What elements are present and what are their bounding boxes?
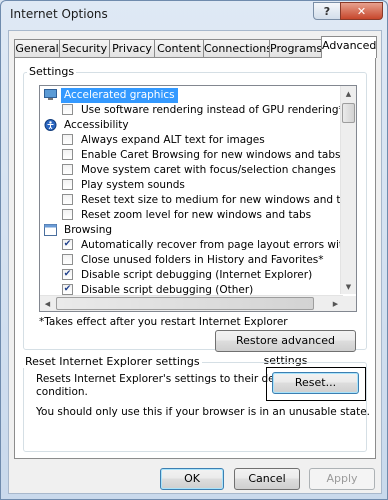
setting-label: Play system sounds <box>81 179 185 191</box>
scroll-up-icon[interactable]: ▲ <box>341 86 356 101</box>
reset-description-line1: Resets Internet Explorer's settings to t… <box>36 373 299 385</box>
tab-advanced[interactable]: Advanced <box>321 36 377 58</box>
reset-button[interactable]: Reset... <box>272 372 359 394</box>
restart-footnote: *Takes effect after you restart Internet… <box>39 316 288 328</box>
ok-button[interactable]: OK <box>160 468 224 490</box>
vertical-scrollbar[interactable]: ▲ ▼ <box>340 86 356 294</box>
checkbox-unchecked[interactable] <box>62 104 73 115</box>
settings-group-label: Settings <box>27 65 77 78</box>
help-button[interactable]: ? <box>313 2 341 20</box>
window-title: Internet Options <box>10 7 108 21</box>
restore-advanced-settings-button[interactable]: Restore advanced settings <box>215 330 356 367</box>
help-icon: ? <box>323 4 331 18</box>
checkbox-unchecked[interactable] <box>62 179 73 190</box>
vertical-scroll-thumb[interactable] <box>342 103 355 123</box>
setting-label: Close unused folders in History and Favo… <box>81 254 324 266</box>
horizontal-scrollbar[interactable]: ◀ ▶ <box>40 295 343 311</box>
tab-programs[interactable]: Programs <box>269 39 322 57</box>
accessibility-icon <box>44 119 57 131</box>
horizontal-scroll-thumb[interactable] <box>56 297 314 310</box>
setting-label: Automatically recover from page layout e… <box>81 239 356 251</box>
checkbox-unchecked[interactable] <box>62 209 73 220</box>
checkbox-checked[interactable]: ✔ <box>62 284 73 295</box>
dialog-client-area: General Security Privacy Content Connect… <box>8 30 382 494</box>
scroll-down-icon[interactable]: ▼ <box>341 279 356 294</box>
checkbox-unchecked[interactable] <box>62 164 73 175</box>
category-label: Accessibility <box>64 119 129 131</box>
setting-label: Use software rendering instead of GPU re… <box>81 104 344 116</box>
cancel-button[interactable]: Cancel <box>234 468 300 490</box>
tab-security[interactable]: Security <box>59 39 110 57</box>
monitor-icon <box>44 89 57 101</box>
setting-label: Reset zoom level for new windows and tab… <box>81 209 312 221</box>
setting-label: Move system caret with focus/selection c… <box>81 164 336 176</box>
category-accelerated-graphics[interactable]: Accelerated graphics <box>44 88 334 103</box>
checkbox-unchecked[interactable] <box>62 134 73 145</box>
tab-connections[interactable]: Connections <box>203 39 272 57</box>
category-label: Accelerated graphics <box>61 88 178 103</box>
tab-privacy[interactable]: Privacy <box>109 39 155 57</box>
setting-label: Enable Caret Browsing for new windows an… <box>81 149 341 161</box>
reset-warning: You should only use this if your browser… <box>36 406 371 418</box>
tab-general[interactable]: General <box>14 39 60 57</box>
checkbox-unchecked[interactable] <box>62 149 73 160</box>
checkbox-unchecked[interactable] <box>62 194 73 205</box>
scroll-left-icon[interactable]: ◀ <box>40 296 55 311</box>
checkbox-unchecked[interactable] <box>62 254 73 265</box>
scrollbar-corner <box>341 296 356 311</box>
setting-label: Always expand ALT text for images <box>81 134 265 146</box>
settings-listbox[interactable]: Accelerated graphics Use software render… <box>39 85 357 312</box>
internet-options-window: Internet Options ? ✕ General Security Pr… <box>0 0 388 500</box>
apply-button[interactable]: Apply <box>309 468 375 490</box>
checkbox-checked[interactable]: ✔ <box>62 269 73 280</box>
setting-label: Disable script debugging (Internet Explo… <box>81 269 313 281</box>
reset-group-label: Reset Internet Explorer settings <box>23 355 202 368</box>
checkbox-checked[interactable]: ✔ <box>62 239 73 250</box>
close-icon: ✕ <box>356 4 367 18</box>
tab-content[interactable]: Content <box>154 39 204 57</box>
setting-label: Reset text size to medium for new window… <box>81 194 357 206</box>
reset-description-line2: condition. <box>36 386 88 398</box>
close-button[interactable]: ✕ <box>340 2 383 20</box>
category-label: Browsing <box>64 224 113 236</box>
browsing-icon <box>44 224 57 236</box>
